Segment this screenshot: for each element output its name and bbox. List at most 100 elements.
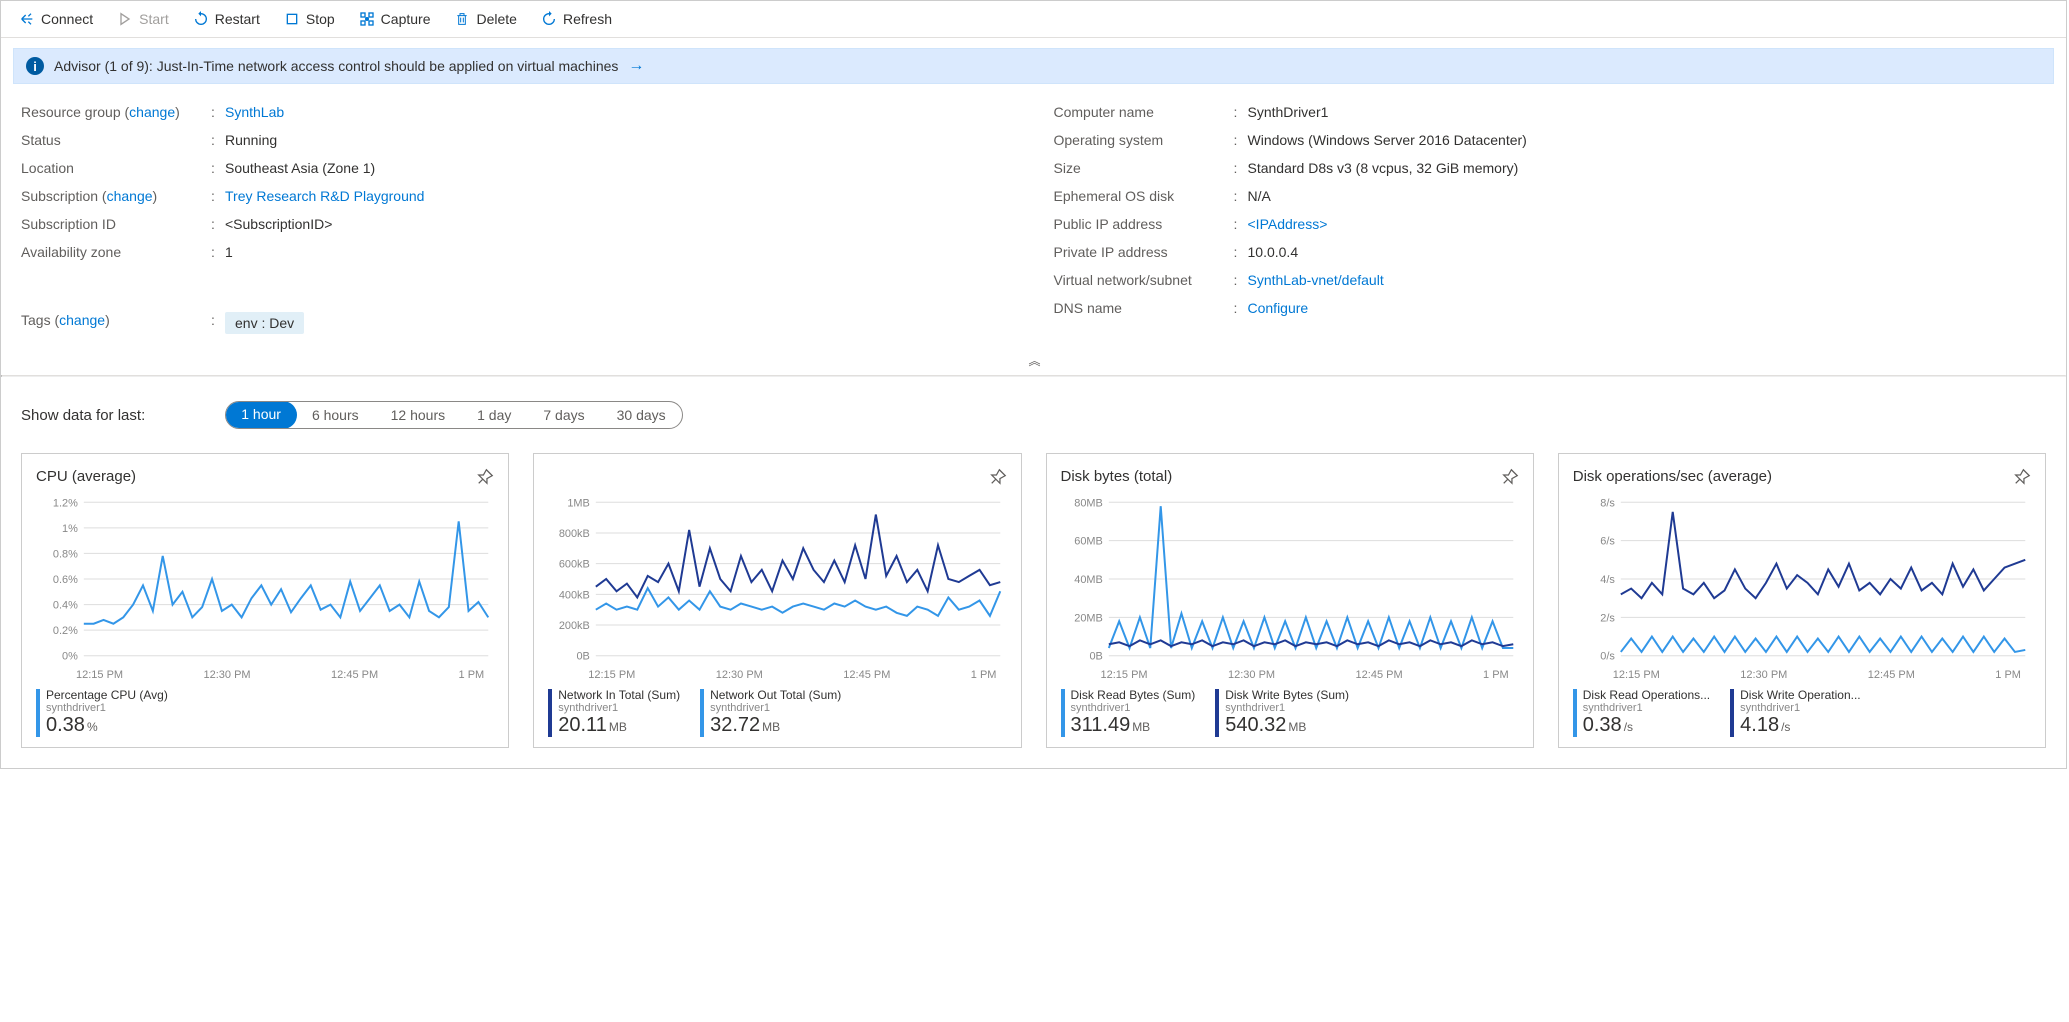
svg-text:80MB: 80MB bbox=[1074, 497, 1103, 509]
x-axis-ticks: 12:15 PM12:30 PM12:45 PM1 PM bbox=[1573, 667, 2031, 685]
legend-host: synthdriver1 bbox=[1740, 702, 1860, 714]
resource-group-value[interactable]: SynthLab bbox=[225, 104, 284, 120]
svg-text:8/s: 8/s bbox=[1600, 497, 1615, 509]
capture-button[interactable]: Capture bbox=[349, 5, 441, 33]
legend-item[interactable]: Network In Total (Sum)synthdriver120.11M… bbox=[548, 689, 680, 737]
metric-tile-2: Disk bytes (total)80MB60MB40MB20MB0B12:1… bbox=[1046, 453, 1534, 748]
time-range-1-hour[interactable]: 1 hour bbox=[225, 401, 297, 429]
time-range-1-day[interactable]: 1 day bbox=[461, 402, 527, 428]
time-range-selector: 1 hour6 hours12 hours1 day7 days30 days bbox=[225, 401, 682, 429]
legend-name: Disk Write Operation... bbox=[1740, 689, 1860, 702]
ephemeral-label: Ephemeral OS disk bbox=[1054, 188, 1234, 204]
public-ip-label: Public IP address bbox=[1054, 216, 1234, 232]
status-label: Status bbox=[21, 132, 211, 148]
time-range-30-days[interactable]: 30 days bbox=[601, 402, 682, 428]
subscription-value[interactable]: Trey Research R&D Playground bbox=[225, 188, 424, 204]
pin-icon[interactable] bbox=[2011, 468, 2031, 488]
x-axis-ticks: 12:15 PM12:30 PM12:45 PM1 PM bbox=[1061, 667, 1519, 685]
advisor-banner[interactable]: i Advisor (1 of 9): Just-In-Time network… bbox=[13, 48, 2054, 84]
legend-item[interactable]: Percentage CPU (Avg)synthdriver10.38% bbox=[36, 689, 168, 737]
vnet-label: Virtual network/subnet bbox=[1054, 272, 1234, 288]
svg-text:800kB: 800kB bbox=[559, 528, 590, 540]
restart-icon bbox=[193, 11, 209, 27]
tile-title: Disk operations/sec (average) bbox=[1573, 468, 1772, 485]
private-ip-value: 10.0.0.4 bbox=[1248, 244, 1299, 260]
svg-text:0.8%: 0.8% bbox=[53, 548, 78, 560]
chart-plot[interactable]: 80MB60MB40MB20MB0B bbox=[1061, 494, 1519, 667]
x-axis-ticks: 12:15 PM12:30 PM12:45 PM1 PM bbox=[548, 667, 1006, 685]
connect-button-label: Connect bbox=[41, 11, 93, 27]
legend-name: Network Out Total (Sum) bbox=[710, 689, 841, 702]
time-range-12-hours[interactable]: 12 hours bbox=[375, 402, 461, 428]
legend-value: 32.72 bbox=[710, 714, 760, 736]
legend-item[interactable]: Network Out Total (Sum)synthdriver132.72… bbox=[700, 689, 841, 737]
restart-button-label: Restart bbox=[215, 11, 260, 27]
chart-plot[interactable]: 8/s6/s4/s2/s0/s bbox=[1573, 494, 2031, 667]
legend-row: Disk Read Bytes (Sum)synthdriver1311.49M… bbox=[1061, 685, 1519, 737]
legend-value: 4.18 bbox=[1740, 714, 1779, 736]
delete-button-label: Delete bbox=[476, 11, 516, 27]
x-axis-ticks: 12:15 PM12:30 PM12:45 PM1 PM bbox=[36, 667, 494, 685]
legend-name: Network In Total (Sum) bbox=[558, 689, 680, 702]
time-range-6-hours[interactable]: 6 hours bbox=[296, 402, 375, 428]
start-icon bbox=[117, 11, 133, 27]
os-value: Windows (Windows Server 2016 Datacenter) bbox=[1248, 132, 1527, 148]
legend-host: synthdriver1 bbox=[1583, 702, 1710, 714]
tag-chip[interactable]: env : Dev bbox=[225, 312, 304, 334]
size-value: Standard D8s v3 (8 vcpus, 32 GiB memory) bbox=[1248, 160, 1519, 176]
legend-item[interactable]: Disk Write Operation...synthdriver14.18/… bbox=[1730, 689, 1860, 737]
size-label: Size bbox=[1054, 160, 1234, 176]
subscription-label: Subscription (change) bbox=[21, 188, 211, 204]
dns-label: DNS name bbox=[1054, 300, 1234, 316]
connect-icon bbox=[19, 11, 35, 27]
computer-name-value: SynthDriver1 bbox=[1248, 104, 1329, 120]
chart-plot[interactable]: 1MB800kB600kB400kB200kB0B bbox=[548, 494, 1006, 667]
os-label: Operating system bbox=[1054, 132, 1234, 148]
legend-unit: % bbox=[87, 720, 98, 734]
legend-row: Network In Total (Sum)synthdriver120.11M… bbox=[548, 685, 1006, 737]
dns-value[interactable]: Configure bbox=[1248, 300, 1309, 316]
svg-text:0.4%: 0.4% bbox=[53, 600, 78, 612]
capture-button-label: Capture bbox=[381, 11, 431, 27]
legend-item[interactable]: Disk Write Bytes (Sum)synthdriver1540.32… bbox=[1215, 689, 1349, 737]
legend-host: synthdriver1 bbox=[1071, 702, 1196, 714]
legend-unit: /s bbox=[1781, 720, 1790, 734]
refresh-icon bbox=[541, 11, 557, 27]
svg-text:0.2%: 0.2% bbox=[53, 625, 78, 637]
pin-icon[interactable] bbox=[474, 468, 494, 488]
legend-unit: MB bbox=[609, 720, 627, 734]
delete-button[interactable]: Delete bbox=[444, 5, 526, 33]
svg-text:0B: 0B bbox=[577, 651, 590, 663]
svg-text:600kB: 600kB bbox=[559, 559, 590, 571]
svg-text:1.2%: 1.2% bbox=[53, 497, 78, 509]
legend-name: Percentage CPU (Avg) bbox=[46, 689, 168, 702]
availability-zone-value: 1 bbox=[225, 244, 233, 260]
legend-value: 20.11 bbox=[558, 714, 607, 736]
svg-text:1MB: 1MB bbox=[568, 497, 591, 509]
public-ip-value[interactable]: <IPAddress> bbox=[1248, 216, 1328, 232]
tags-change-link[interactable]: change bbox=[59, 312, 105, 328]
legend-item[interactable]: Disk Read Operations...synthdriver10.38/… bbox=[1573, 689, 1710, 737]
pin-icon[interactable] bbox=[987, 468, 1007, 488]
availability-zone-label: Availability zone bbox=[21, 244, 211, 260]
resource-group-change-link[interactable]: change bbox=[129, 104, 175, 120]
chart-plot[interactable]: 1.2%1%0.8%0.6%0.4%0.2%0% bbox=[36, 494, 494, 667]
legend-row: Percentage CPU (Avg)synthdriver10.38% bbox=[36, 685, 494, 737]
legend-item[interactable]: Disk Read Bytes (Sum)synthdriver1311.49M… bbox=[1061, 689, 1196, 737]
private-ip-label: Private IP address bbox=[1054, 244, 1234, 260]
legend-host: synthdriver1 bbox=[1225, 702, 1349, 714]
computer-name-label: Computer name bbox=[1054, 104, 1234, 120]
collapse-essentials-button[interactable]: ︽ bbox=[1, 350, 2066, 375]
time-range-label: Show data for last: bbox=[21, 407, 145, 424]
time-range-7-days[interactable]: 7 days bbox=[527, 402, 600, 428]
legend-unit: MB bbox=[1288, 720, 1306, 734]
refresh-button[interactable]: Refresh bbox=[531, 5, 622, 33]
delete-icon bbox=[454, 11, 470, 27]
connect-button[interactable]: Connect bbox=[9, 5, 103, 33]
subscription-change-link[interactable]: change bbox=[107, 188, 153, 204]
restart-button[interactable]: Restart bbox=[183, 5, 270, 33]
vnet-value[interactable]: SynthLab-vnet/default bbox=[1248, 272, 1384, 288]
pin-icon[interactable] bbox=[1499, 468, 1519, 488]
stop-button[interactable]: Stop bbox=[274, 5, 345, 33]
start-button-label: Start bbox=[139, 11, 169, 27]
